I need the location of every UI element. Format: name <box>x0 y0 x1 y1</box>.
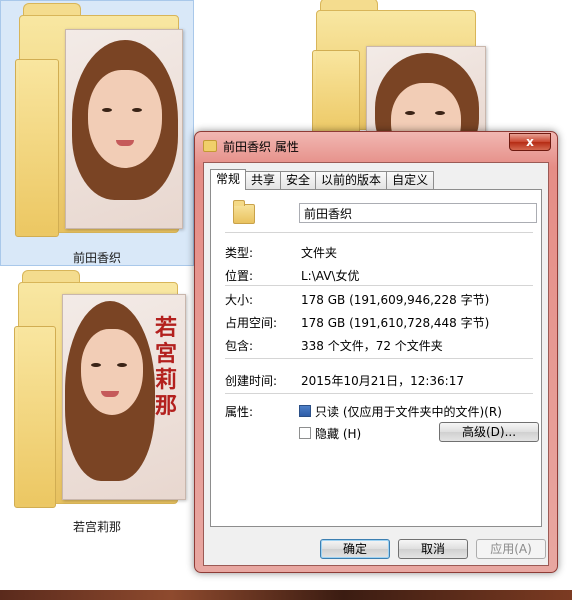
location-label: 位置: <box>225 269 254 283</box>
location-value: L:\AV\女优 <box>301 269 360 283</box>
contains-label: 包含: <box>225 339 254 353</box>
folder-tile[interactable]: 若宮莉那 若宫莉那 <box>0 268 194 538</box>
hidden-checkbox[interactable] <box>299 427 311 439</box>
created-value: 2015年10月21日，12:36:17 <box>301 374 464 388</box>
readonly-checkbox[interactable] <box>299 405 311 417</box>
readonly-label[interactable]: 只读 (仅应用于文件夹中的文件)(R) <box>315 403 502 420</box>
tab-customize[interactable]: 自定义 <box>386 171 435 189</box>
advanced-button[interactable]: 高级(D)... <box>439 422 539 442</box>
divider <box>225 358 533 359</box>
hidden-label[interactable]: 隐藏 (H) <box>315 425 361 442</box>
folder-label: 若宫莉那 <box>72 520 121 534</box>
close-button[interactable]: x <box>509 133 551 151</box>
folder-tile[interactable] <box>300 0 494 146</box>
divider <box>225 232 533 233</box>
tab-previous-versions[interactable]: 以前的版本 <box>315 171 388 189</box>
cover-title: 若宮莉那 <box>154 315 177 419</box>
bottom-image-strip <box>0 590 572 600</box>
folder-label: 前田香织 <box>72 251 121 265</box>
tab-sharing[interactable]: 共享 <box>245 171 282 189</box>
size-on-disk-label: 占用空间: <box>225 316 278 330</box>
folder-name-input[interactable] <box>299 203 537 223</box>
dialog-body: 常规 共享 安全 以前的版本 自定义 类型: 文件夹 位置: L:\AV\女优 … <box>203 162 549 566</box>
cover-photo: 若宮莉那 <box>62 294 186 500</box>
properties-dialog: 前田香织 属性 x 常规 共享 安全 以前的版本 自定义 类型: 文件夹 位置:… <box>194 131 558 573</box>
created-label: 创建时间: <box>225 374 278 388</box>
dialog-title: 前田香织 属性 <box>223 140 299 154</box>
contains-value: 338 个文件，72 个文件夹 <box>301 339 443 353</box>
tab-security[interactable]: 安全 <box>280 171 317 189</box>
divider <box>225 285 533 286</box>
type-label: 类型: <box>225 246 254 260</box>
title-bar[interactable]: 前田香织 属性 x <box>195 132 557 160</box>
folder-icon: 若宮莉那 <box>14 270 186 508</box>
folder-icon <box>203 140 217 152</box>
cover-photo <box>65 29 183 229</box>
folder-icon <box>312 0 486 146</box>
folder-icon <box>233 200 255 224</box>
general-panel: 类型: 文件夹 位置: L:\AV\女优 大小: 178 GB (191,609… <box>210 189 542 527</box>
divider <box>225 393 533 394</box>
folder-icon <box>15 3 183 237</box>
cancel-button[interactable]: 取消 <box>398 539 468 559</box>
folder-tile[interactable]: 前田香织 <box>0 0 194 266</box>
tab-general[interactable]: 常规 <box>210 169 247 190</box>
type-value: 文件夹 <box>301 246 338 260</box>
ok-button[interactable]: 确定 <box>320 539 390 559</box>
tab-strip: 常规 共享 安全 以前的版本 自定义 <box>210 169 435 190</box>
size-value: 178 GB (191,609,946,228 字节) <box>301 293 490 307</box>
size-label: 大小: <box>225 293 254 307</box>
apply-button[interactable]: 应用(A) <box>476 539 546 559</box>
attributes-label: 属性: <box>225 405 254 419</box>
size-on-disk-value: 178 GB (191,610,728,448 字节) <box>301 316 490 330</box>
